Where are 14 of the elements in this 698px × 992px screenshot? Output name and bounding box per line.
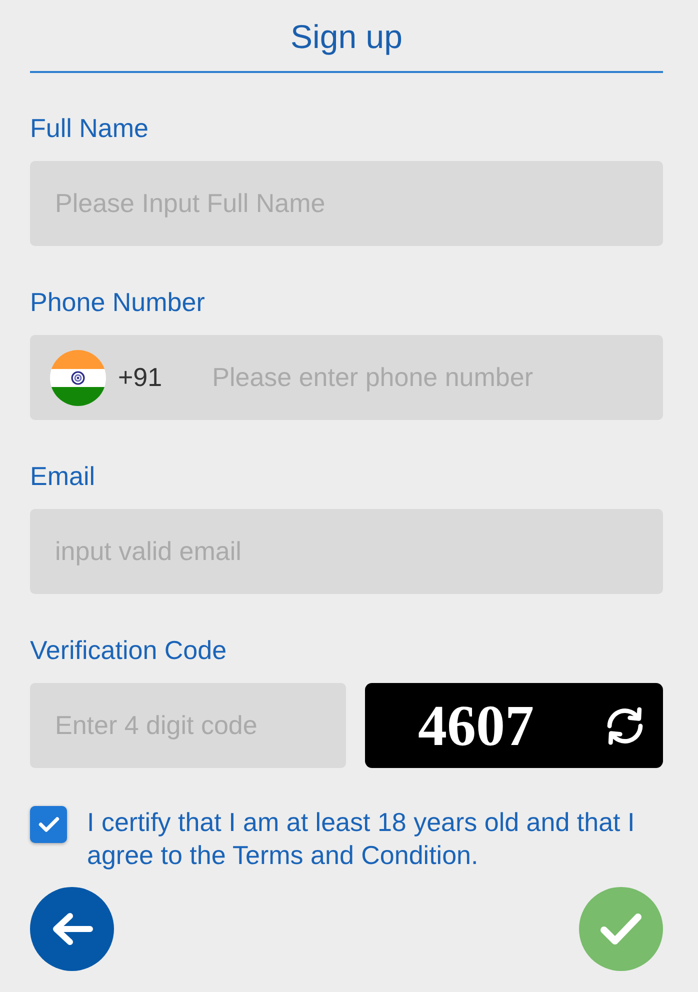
field-label: Full Name [30,113,150,143]
checkmark-icon [38,816,60,833]
refresh-icon[interactable] [605,704,645,746]
checkbox[interactable] [30,806,67,843]
page-title: Sign up [290,18,404,56]
checkmark-icon [599,912,643,946]
field-label: Phone Number [30,287,206,317]
field-label: Email [30,461,96,491]
arrow-left-icon [51,912,93,946]
country-code: +91 [118,362,162,393]
flag-icon[interactable] [50,350,106,406]
agreement-text: I certify that I am at least 18 years old and that I agree to the Terms and Condition. [87,806,636,872]
field-label: Verification Code [30,635,228,665]
captcha-code: 4607 [418,696,534,754]
